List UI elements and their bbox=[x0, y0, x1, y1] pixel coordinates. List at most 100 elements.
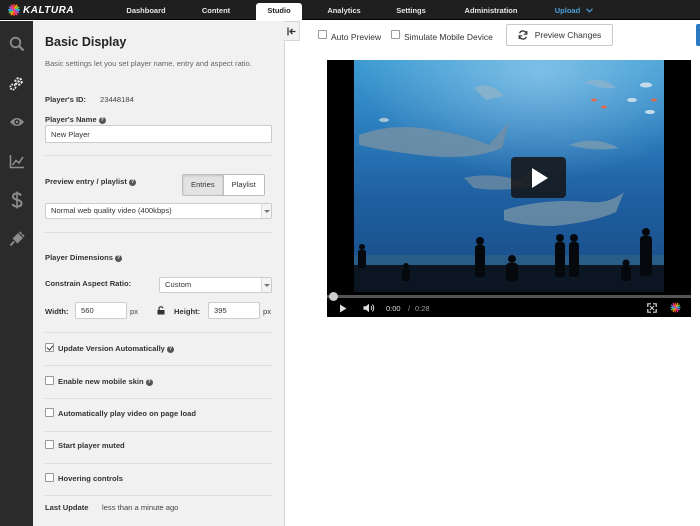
top-navigation-bar: KALTURA Dashboard Content Studio Analyti… bbox=[0, 0, 700, 20]
nav-upload-label: Upload bbox=[554, 6, 581, 15]
player-name-label-text: Player's Name bbox=[45, 115, 97, 124]
nav-content[interactable]: Content bbox=[187, 0, 245, 20]
nav-settings[interactable]: Settings bbox=[383, 0, 439, 20]
aspect-ratio-label: Constrain Aspect Ratio: bbox=[45, 279, 132, 288]
preview-entry-select[interactable]: Normal web quality video (400kbps) bbox=[45, 203, 272, 219]
collapse-panel-button[interactable] bbox=[284, 21, 300, 41]
aquarium-scene bbox=[354, 80, 664, 292]
help-icon[interactable]: ? bbox=[145, 379, 153, 386]
play-icon[interactable] bbox=[339, 304, 347, 313]
new-mobile-skin-label: Enable new mobile skin? bbox=[58, 377, 153, 386]
autoplay-checkbox[interactable] bbox=[45, 408, 54, 417]
player-id-label: Player's ID: bbox=[45, 95, 87, 104]
width-unit: px bbox=[130, 307, 139, 316]
rail-search[interactable] bbox=[0, 29, 33, 59]
divider bbox=[45, 463, 272, 464]
rail-analytics[interactable] bbox=[0, 146, 33, 176]
video-player[interactable]: 0:00 / 0:28 bbox=[327, 60, 691, 317]
eye-icon bbox=[9, 118, 24, 126]
kaltura-player-logo-icon[interactable] bbox=[670, 302, 681, 313]
divider bbox=[45, 232, 272, 233]
search-icon bbox=[9, 36, 24, 52]
panel-description: Basic settings let you set player name, … bbox=[45, 59, 252, 68]
entry-type-toggle: Entries Playlist bbox=[182, 174, 265, 196]
save-button[interactable] bbox=[696, 24, 700, 46]
help-icon[interactable]: ? bbox=[166, 346, 174, 353]
help-icon[interactable]: ? bbox=[98, 117, 106, 124]
kaltura-logo[interactable]: KALTURA bbox=[8, 4, 74, 16]
nav-analytics[interactable]: Analytics bbox=[314, 0, 374, 20]
preview-entry-label: Preview entry / playlist? bbox=[45, 177, 136, 186]
nav-administration[interactable]: Administration bbox=[450, 0, 532, 20]
divider bbox=[45, 155, 272, 156]
height-input[interactable] bbox=[208, 302, 260, 319]
studio-icon-rail bbox=[0, 21, 33, 526]
aspect-ratio-select[interactable]: Custom bbox=[159, 277, 272, 293]
collapse-left-icon bbox=[287, 27, 296, 35]
divider bbox=[45, 431, 272, 432]
fullscreen-icon[interactable] bbox=[647, 303, 657, 313]
dollar-icon bbox=[11, 191, 23, 209]
lock-icon[interactable] bbox=[157, 306, 165, 315]
volume-icon[interactable] bbox=[363, 303, 375, 313]
width-label: Width: bbox=[45, 307, 69, 316]
preview-changes-button[interactable]: Preview Changes bbox=[506, 24, 613, 46]
kaltura-logo-icon bbox=[8, 4, 20, 16]
height-unit: px bbox=[263, 307, 272, 316]
update-version-label-text: Update Version Automatically bbox=[58, 344, 165, 353]
current-time: 0:00 bbox=[386, 304, 401, 313]
play-overlay-button[interactable] bbox=[511, 157, 566, 198]
brand-name: KALTURA bbox=[23, 4, 75, 16]
autoplay-label: Automatically play video on page load bbox=[58, 409, 196, 418]
new-mobile-skin-checkbox[interactable] bbox=[45, 376, 54, 385]
refresh-icon bbox=[518, 30, 528, 40]
rail-monetization[interactable] bbox=[0, 185, 33, 215]
preview-entry-label-text: Preview entry / playlist bbox=[45, 177, 127, 186]
player-id-value: 23448184 bbox=[100, 95, 134, 104]
width-input[interactable] bbox=[75, 302, 127, 319]
help-icon[interactable]: ? bbox=[114, 255, 122, 262]
start-muted-checkbox[interactable] bbox=[45, 440, 54, 449]
plugin-icon bbox=[9, 231, 25, 247]
divider bbox=[45, 495, 272, 496]
rail-plugins[interactable] bbox=[0, 224, 33, 254]
update-version-label: Update Version Automatically? bbox=[58, 344, 174, 353]
hovering-controls-checkbox[interactable] bbox=[45, 473, 54, 482]
scrubber-handle[interactable] bbox=[329, 292, 338, 301]
simulate-mobile-checkbox[interactable] bbox=[391, 30, 400, 39]
nav-dashboard[interactable]: Dashboard bbox=[116, 0, 176, 20]
chart-icon bbox=[9, 154, 24, 168]
simulate-mobile-label: Simulate Mobile Device bbox=[404, 32, 493, 42]
divider bbox=[45, 332, 272, 333]
panel-title: Basic Display bbox=[45, 35, 127, 49]
last-update-value: less than a minute ago bbox=[102, 503, 179, 512]
total-time: 0:28 bbox=[415, 304, 430, 313]
chevron-down-icon bbox=[261, 278, 271, 292]
chevron-down-icon bbox=[586, 8, 594, 13]
tab-playlist[interactable]: Playlist bbox=[223, 175, 264, 195]
start-muted-label: Start player muted bbox=[58, 441, 125, 450]
time-separator: / bbox=[408, 304, 411, 313]
rail-look-and-feel[interactable] bbox=[0, 107, 33, 137]
aspect-ratio-select-value: Custom bbox=[165, 280, 192, 289]
tab-entries[interactable]: Entries bbox=[183, 175, 224, 195]
nav-upload[interactable]: Upload bbox=[548, 0, 600, 20]
help-icon[interactable]: ? bbox=[128, 179, 136, 186]
rail-basic-display[interactable] bbox=[0, 68, 33, 98]
video-frame bbox=[354, 60, 664, 292]
scrubber-track[interactable] bbox=[327, 295, 691, 298]
auto-preview-checkbox[interactable] bbox=[318, 30, 327, 39]
basic-display-panel: Basic Display Basic settings let you set… bbox=[33, 21, 285, 526]
player-name-input[interactable] bbox=[45, 125, 272, 143]
divider bbox=[45, 365, 272, 366]
update-version-checkbox[interactable] bbox=[45, 343, 54, 352]
player-dimensions-label: Player Dimensions? bbox=[45, 253, 122, 262]
last-update-label: Last Update bbox=[45, 503, 89, 512]
auto-preview-label: Auto Preview bbox=[331, 32, 382, 42]
gear-icon bbox=[9, 76, 23, 90]
new-mobile-skin-label-text: Enable new mobile skin bbox=[58, 377, 144, 386]
nav-studio[interactable]: Studio bbox=[256, 3, 302, 20]
hovering-controls-label: Hovering controls bbox=[58, 474, 123, 483]
preview-entry-select-value: Normal web quality video (400kbps) bbox=[51, 206, 172, 215]
divider bbox=[45, 398, 272, 399]
